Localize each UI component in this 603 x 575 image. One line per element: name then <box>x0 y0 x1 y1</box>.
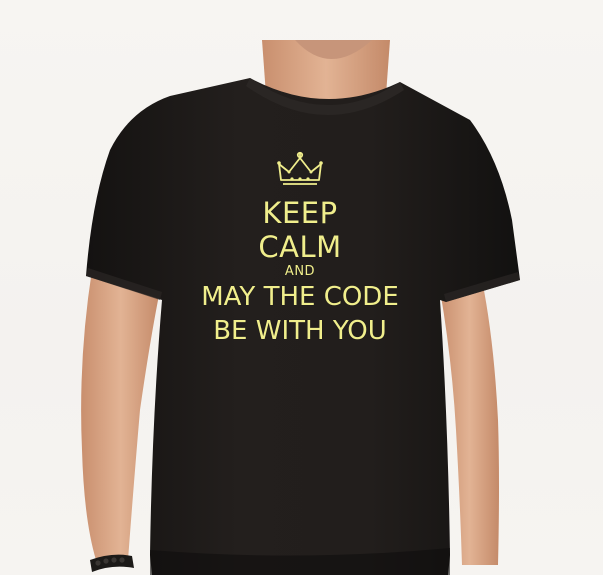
product-photo: KEEP CALM AND MAY THE CODE BE WITH YOU <box>0 0 603 575</box>
print-line-keep: KEEP <box>262 196 338 230</box>
crown-icon <box>277 151 323 185</box>
print-line-be-with-you: BE WITH YOU <box>213 316 387 346</box>
print-line-calm: CALM <box>258 230 342 264</box>
print-line-and: AND <box>284 264 316 279</box>
print-line-may-the-code: MAY THE CODE <box>201 282 399 312</box>
shirt-print: KEEP CALM AND MAY THE CODE BE WITH YOU <box>150 150 450 348</box>
left-arm <box>81 270 160 560</box>
